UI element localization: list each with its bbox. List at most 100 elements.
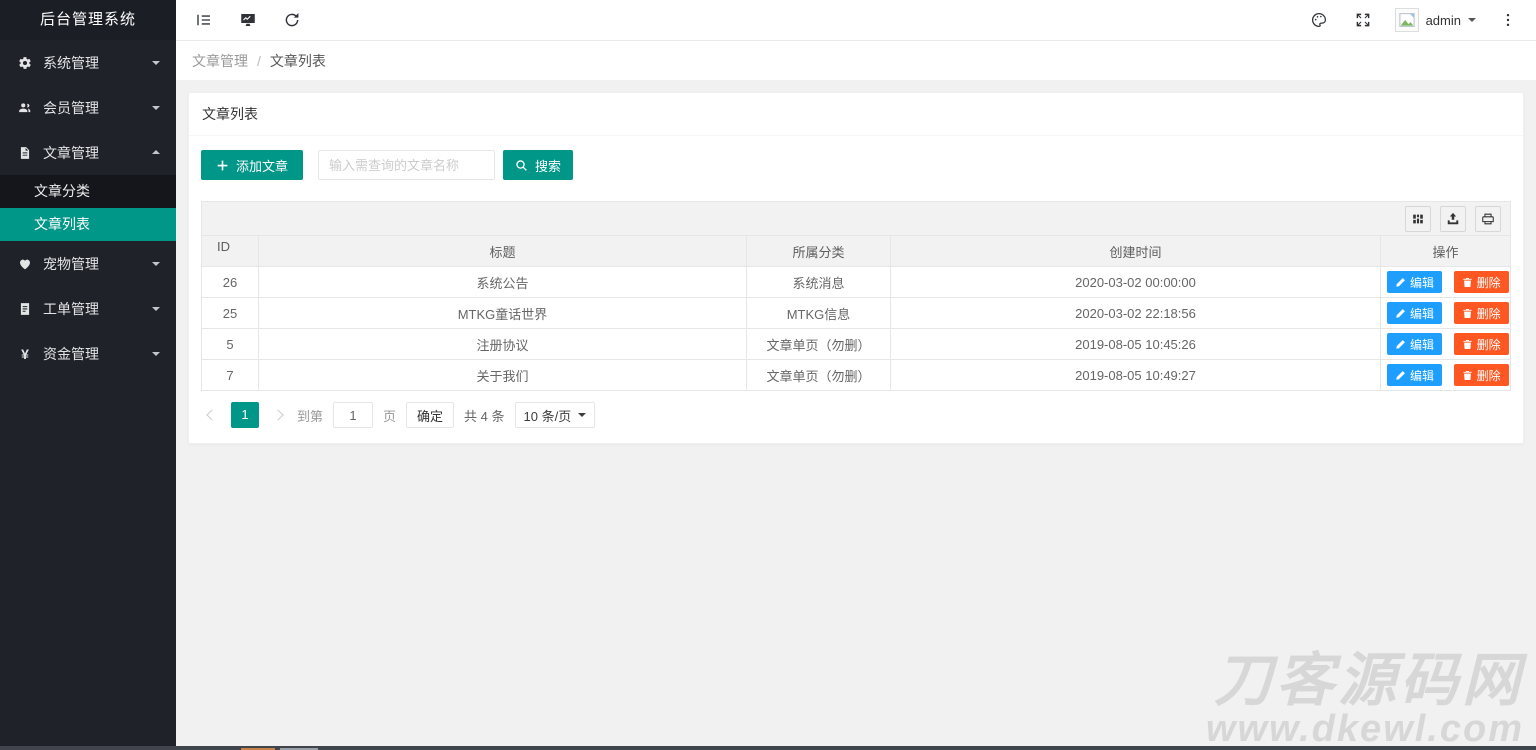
pencil-icon [1395,308,1406,319]
delete-button[interactable]: 删除 [1454,302,1509,324]
content-area: 文章列表 添加文章 搜索 [176,80,1536,456]
chevron-down-icon [578,413,586,421]
article-list-card: 文章列表 添加文章 搜索 [188,92,1524,444]
delete-button[interactable]: 删除 [1454,271,1509,293]
cell-id: 25 [202,298,259,329]
app-title: 后台管理系统 [0,0,176,40]
actions-row: 添加文章 搜索 [201,150,1511,180]
table-row: 25 MTKG童话世界 MTKG信息 2020-03-02 22:18:56 编… [202,298,1511,329]
delete-button[interactable]: 删除 [1454,333,1509,355]
navbar-left [182,0,314,40]
ticket-icon [17,301,33,317]
sidebar-item-funds[interactable]: ¥ 资金管理 [0,331,176,376]
trash-icon [1462,339,1473,350]
page-number-current[interactable]: 1 [231,402,259,428]
bottom-edge-bar [0,746,1536,750]
cell-created: 2019-08-05 10:49:27 [891,360,1381,391]
next-page-button[interactable] [269,402,287,428]
cell-title: MTKG童话世界 [259,298,747,329]
total-count-label: 共 4 条 [464,406,504,425]
breadcrumb-parent[interactable]: 文章管理 [192,51,248,71]
page-title: 文章列表 [189,93,1523,136]
cell-title: 系统公告 [259,267,747,298]
table-toolbar [201,201,1511,235]
theme-palette-icon[interactable] [1297,0,1341,40]
sidebar-item-tickets[interactable]: 工单管理 [0,286,176,331]
cell-category: 系统消息 [747,267,891,298]
sidebar-item-system[interactable]: 系统管理 [0,40,176,85]
confirm-page-button[interactable]: 确定 [406,402,454,428]
edit-button[interactable]: 编辑 [1387,271,1442,293]
pagination: 1 到第 页 确定 共 4 条 10 条/页 [201,402,1511,428]
edit-button[interactable]: 编辑 [1387,302,1442,324]
cell-id: 26 [202,267,259,298]
goto-page-input[interactable] [333,402,373,428]
collapse-menu-icon[interactable] [182,0,226,40]
prev-page-button[interactable] [203,402,221,428]
sidebar-item-members[interactable]: 会员管理 [0,85,176,130]
users-icon [17,100,33,116]
chevron-right-icon [272,409,283,420]
page-size-select[interactable]: 10 条/页 [515,402,596,428]
cell-actions: 编辑 删除 [1381,298,1511,329]
sidebar-item-articles[interactable]: 文章管理 [0,130,176,175]
chevron-down-icon [152,352,160,360]
delete-button[interactable]: 删除 [1454,364,1509,386]
print-icon[interactable] [1475,206,1501,232]
cell-title: 关于我们 [259,360,747,391]
cell-created: 2020-03-02 00:00:00 [891,267,1381,298]
search-input[interactable] [318,150,495,180]
cell-category: MTKG信息 [747,298,891,329]
chevron-down-icon [152,262,160,270]
export-icon[interactable] [1440,206,1466,232]
cell-created: 2020-03-02 22:18:56 [891,298,1381,329]
articles-table: ID 标题 所属分类 创建时间 操作 26 系统公告 系统消息 [201,235,1511,391]
navbar-right: admin [1297,0,1530,40]
column-header-actions: 操作 [1381,236,1511,267]
cell-actions: 编辑 删除 [1381,329,1511,360]
table-row: 26 系统公告 系统消息 2020-03-02 00:00:00 编辑 删除 [202,267,1511,298]
column-header-title: 标题 [259,236,747,267]
refresh-icon[interactable] [270,0,314,40]
more-vertical-icon[interactable] [1486,0,1530,40]
article-icon [17,145,33,161]
breadcrumb-current: 文章列表 [270,51,326,71]
workbench-icon[interactable] [226,0,270,40]
breadcrumb-separator: / [257,53,261,69]
sidebar-subitem-article-list[interactable]: 文章列表 [0,208,176,241]
column-header-created: 创建时间 [891,236,1381,267]
sort-icon[interactable] [235,245,243,263]
sidebar-submenu-articles: 文章分类 文章列表 [0,175,176,241]
add-article-button[interactable]: 添加文章 [201,150,303,180]
cell-id: 7 [202,360,259,391]
cell-id: 5 [202,329,259,360]
edit-button[interactable]: 编辑 [1387,333,1442,355]
sidebar-item-pets[interactable]: 宠物管理 [0,241,176,286]
card-body: 添加文章 搜索 [189,136,1523,443]
chevron-left-icon [206,409,217,420]
user-menu[interactable]: admin [1385,0,1486,40]
trash-icon [1462,308,1473,319]
sidebar-item-label: 文章管理 [43,143,152,163]
chevron-up-icon [152,146,160,154]
column-header-id[interactable]: ID [202,236,259,267]
sidebar-subitem-article-category[interactable]: 文章分类 [0,175,176,208]
pencil-icon [1395,370,1406,381]
sidebar-item-label: 宠物管理 [43,254,152,274]
edit-button[interactable]: 编辑 [1387,364,1442,386]
fullscreen-icon[interactable] [1341,0,1385,40]
page-unit-label: 页 [383,406,396,425]
table-row: 7 关于我们 文章单页（勿删） 2019-08-05 10:49:27 编辑 删… [202,360,1511,391]
sidebar-item-label: 资金管理 [43,344,152,364]
top-navbar: admin [176,0,1536,41]
chevron-down-icon [152,307,160,315]
search-button[interactable]: 搜索 [503,150,573,180]
user-name: admin [1426,13,1461,28]
sidebar-item-label: 会员管理 [43,98,152,118]
table-header-row: ID 标题 所属分类 创建时间 操作 [202,236,1511,267]
filter-columns-icon[interactable] [1405,206,1431,232]
sidebar-menu: 系统管理 会员管理 文章管理 文章分类 文章列表 宠物管理 [0,40,176,376]
search-icon [515,159,528,172]
chevron-down-icon [1468,18,1476,26]
cell-actions: 编辑 删除 [1381,267,1511,298]
